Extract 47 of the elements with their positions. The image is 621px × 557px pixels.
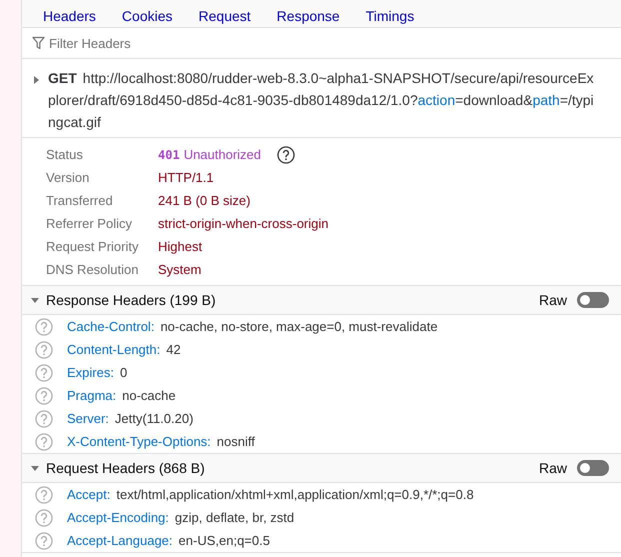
tab[interactable]: Request bbox=[186, 0, 264, 27]
header-value: gzip, deflate, br, zstd bbox=[174, 510, 294, 525]
header-value: 42 bbox=[166, 342, 181, 357]
header-value: 0 bbox=[120, 365, 128, 380]
tab[interactable]: Response bbox=[264, 0, 353, 27]
section-title[interactable]: Response Headers (199 B) bbox=[46, 292, 533, 308]
section-title[interactable]: Request Headers (868 B) bbox=[46, 460, 533, 476]
field-label: Referrer Policy bbox=[46, 216, 133, 231]
header-value: text/html,application/xhtml+xml,application/xml;q=0.9,*/*;q=0.8 bbox=[116, 487, 474, 502]
field-label: Request Priority bbox=[46, 239, 140, 254]
raw-label: Raw bbox=[538, 460, 567, 476]
field-value: System bbox=[158, 262, 202, 277]
header-name: Accept-Encoding: bbox=[67, 510, 169, 525]
raw-label: Raw bbox=[538, 292, 567, 308]
header-value: no-cache bbox=[122, 388, 176, 403]
header-name: Cache-Control: bbox=[67, 319, 154, 334]
field-label: Status bbox=[46, 147, 84, 162]
header-value: Jetty(11.0.20) bbox=[114, 411, 194, 426]
header-name: Server: bbox=[67, 411, 109, 426]
header-name: Expires: bbox=[67, 365, 114, 380]
collapse-arrow-icon[interactable] bbox=[30, 295, 40, 305]
field-label: DNS Resolution bbox=[46, 262, 140, 277]
header-name: Accept-Language: bbox=[67, 533, 173, 548]
tab[interactable]: Timings bbox=[352, 0, 428, 27]
tab[interactable]: Cookies bbox=[108, 0, 186, 27]
header-name: Content-Length: bbox=[67, 342, 160, 357]
header-value: nosniff bbox=[216, 434, 255, 449]
field-label: Version bbox=[46, 170, 90, 185]
field-value: 241 B (0 B size) bbox=[158, 193, 250, 208]
field-value: strict-origin-when-cross-origin bbox=[158, 216, 328, 231]
status-text: Unauthorized bbox=[184, 147, 262, 162]
raw-toggle[interactable] bbox=[577, 460, 609, 476]
collapse-arrow-icon[interactable] bbox=[30, 463, 40, 473]
status-code: 401 bbox=[158, 148, 180, 162]
request-url: GET http://localhost:8080/rudder-web-8.3.0~alpha1-SNAPSHOT/secure/api/resourceExplorer/draft/6918d450-d85d-4c81-9035-db801489da12/1.0?action=download&path=/typingcat.gif bbox=[48, 69, 595, 132]
help-icon[interactable] bbox=[277, 146, 296, 164]
header-name: X-Content-Type-Options: bbox=[67, 434, 211, 449]
raw-toggle[interactable] bbox=[577, 292, 609, 308]
field-value: Highest bbox=[158, 239, 202, 254]
tab[interactable]: Headers bbox=[30, 0, 109, 27]
header-name: Accept: bbox=[67, 487, 110, 502]
header-value: en-US,en;q=0.5 bbox=[178, 533, 270, 548]
filter-icon bbox=[32, 36, 45, 50]
field-value: HTTP/1.1 bbox=[158, 170, 214, 185]
field-label: Transferred bbox=[46, 193, 114, 208]
header-value: no-cache, no-store, max-age=0, must-revalidate bbox=[160, 319, 438, 334]
header-name: Pragma: bbox=[67, 388, 116, 403]
